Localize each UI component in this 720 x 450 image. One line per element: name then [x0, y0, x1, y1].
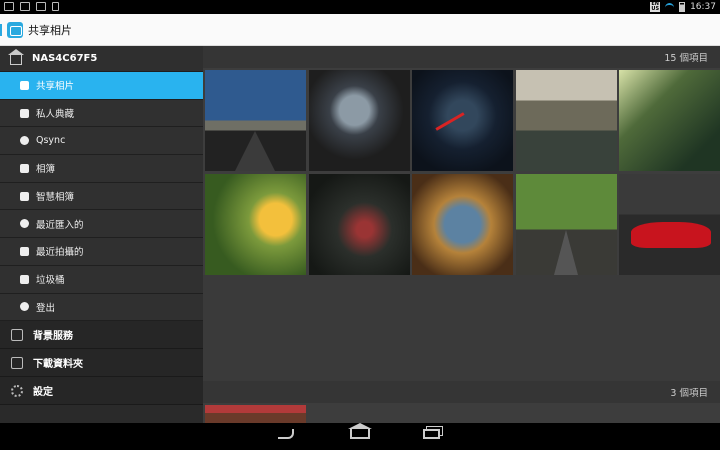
logout-icon	[20, 302, 29, 312]
home-button-icon[interactable]	[348, 423, 372, 439]
mail-icon	[4, 2, 14, 11]
recent-taken-icon	[20, 246, 29, 256]
home-icon	[8, 49, 24, 65]
nas-device-row[interactable]: NAS4C67F5	[0, 46, 203, 72]
recent-import-icon	[20, 219, 29, 229]
photo-thumbnail[interactable]	[205, 70, 306, 171]
group-header: 3 個項目	[203, 380, 720, 403]
status-bar: EN US 16:37	[0, 0, 720, 14]
photo-thumbnail[interactable]	[412, 173, 513, 275]
wifi-icon	[665, 2, 675, 12]
sidebar-item-label: 垃圾桶	[36, 275, 65, 287]
navigation-drawer: NAS4C67F5 共享相片 私人典藏 Qsync 相簿 智慧相簿 最近匯入的 …	[0, 46, 203, 423]
sidebar-item-album[interactable]: 相簿	[0, 155, 203, 183]
app-icon[interactable]	[7, 21, 23, 38]
grid-empty-space	[203, 274, 720, 381]
sidebar-item-label: 最近匯入的	[36, 219, 84, 231]
photo-grid	[203, 68, 720, 275]
sidebar-item-label: 共享相片	[36, 81, 75, 93]
gear-icon	[11, 384, 23, 397]
language-badge: EN US	[650, 2, 661, 12]
action-bar: 共享相片	[0, 14, 720, 46]
photo-thumbnail[interactable]	[205, 173, 306, 275]
sidebar-item-logout[interactable]: 登出	[0, 293, 203, 322]
image-notification-icon	[20, 2, 30, 11]
shared-photos-icon	[20, 80, 29, 90]
region-code: US	[651, 6, 660, 12]
drawer-indicator-icon[interactable]	[0, 23, 3, 36]
back-icon[interactable]	[278, 429, 294, 439]
sidebar-item-label: 相簿	[36, 164, 56, 176]
sidebar-section-label: 設定	[33, 387, 53, 399]
phone-icon	[52, 2, 59, 11]
sidebar-section-download-folder[interactable]: 下載資料夾	[0, 349, 203, 378]
screenshot-notification-icon	[36, 2, 46, 11]
sidebar-item-recent-taken[interactable]: 最近拍攝的	[0, 238, 203, 266]
sidebar-item-label: Qsync	[36, 135, 66, 147]
group-header: 15 個項目	[203, 46, 720, 68]
recent-apps-icon[interactable]	[423, 429, 440, 439]
item-count: 15 個項目	[664, 53, 708, 64]
sidebar-item-label: 最近拍攝的	[36, 247, 84, 259]
photo-thumbnail[interactable]	[619, 173, 720, 275]
app-title: 共享相片	[28, 23, 72, 37]
sidebar-section-settings[interactable]: 設定	[0, 377, 203, 406]
sidebar-item-recent-import[interactable]: 最近匯入的	[0, 210, 203, 239]
sidebar-item-label: 私人典藏	[36, 109, 75, 121]
sidebar-section-background-service[interactable]: 背景服務	[0, 321, 203, 350]
photo-thumbnail[interactable]	[412, 70, 513, 171]
sidebar-item-trash[interactable]: 垃圾桶	[0, 265, 203, 294]
sidebar-item-smart-album[interactable]: 智慧相簿	[0, 182, 203, 211]
photo-grid-area: 15 個項目 3 個項目	[203, 46, 720, 423]
sidebar-item-qsync[interactable]: Qsync	[0, 127, 203, 156]
photo-thumbnail[interactable]	[205, 404, 306, 423]
photo-thumbnail[interactable]	[619, 70, 720, 171]
nas-name: NAS4C67F5	[32, 53, 98, 64]
smart-album-icon	[20, 191, 29, 201]
album-icon	[20, 163, 29, 173]
photo-thumbnail[interactable]	[308, 70, 410, 171]
sidebar-item-shared-photos[interactable]: 共享相片	[0, 72, 203, 100]
photo-grid	[203, 403, 720, 423]
photo-thumbnail[interactable]	[308, 173, 410, 275]
download-folder-icon	[11, 356, 23, 369]
item-count: 3 個項目	[670, 387, 708, 399]
sidebar-item-label: 智慧相簿	[36, 192, 75, 204]
photo-thumbnail[interactable]	[515, 70, 617, 171]
clock: 16:37	[690, 2, 716, 12]
trash-icon	[20, 274, 29, 284]
background-service-icon	[11, 328, 23, 341]
photo-group-2: 3 個項目	[203, 380, 720, 423]
sidebar-item-label: 登出	[36, 302, 56, 314]
battery-icon	[679, 2, 686, 12]
photo-thumbnail[interactable]	[515, 173, 617, 275]
system-navigation-bar	[0, 423, 720, 450]
qsync-icon	[20, 136, 29, 146]
sidebar-section-label: 下載資料夾	[33, 359, 83, 371]
sidebar-section-label: 背景服務	[33, 331, 73, 343]
sidebar-item-private-collection[interactable]: 私人典藏	[0, 99, 203, 128]
lock-icon	[20, 108, 29, 118]
